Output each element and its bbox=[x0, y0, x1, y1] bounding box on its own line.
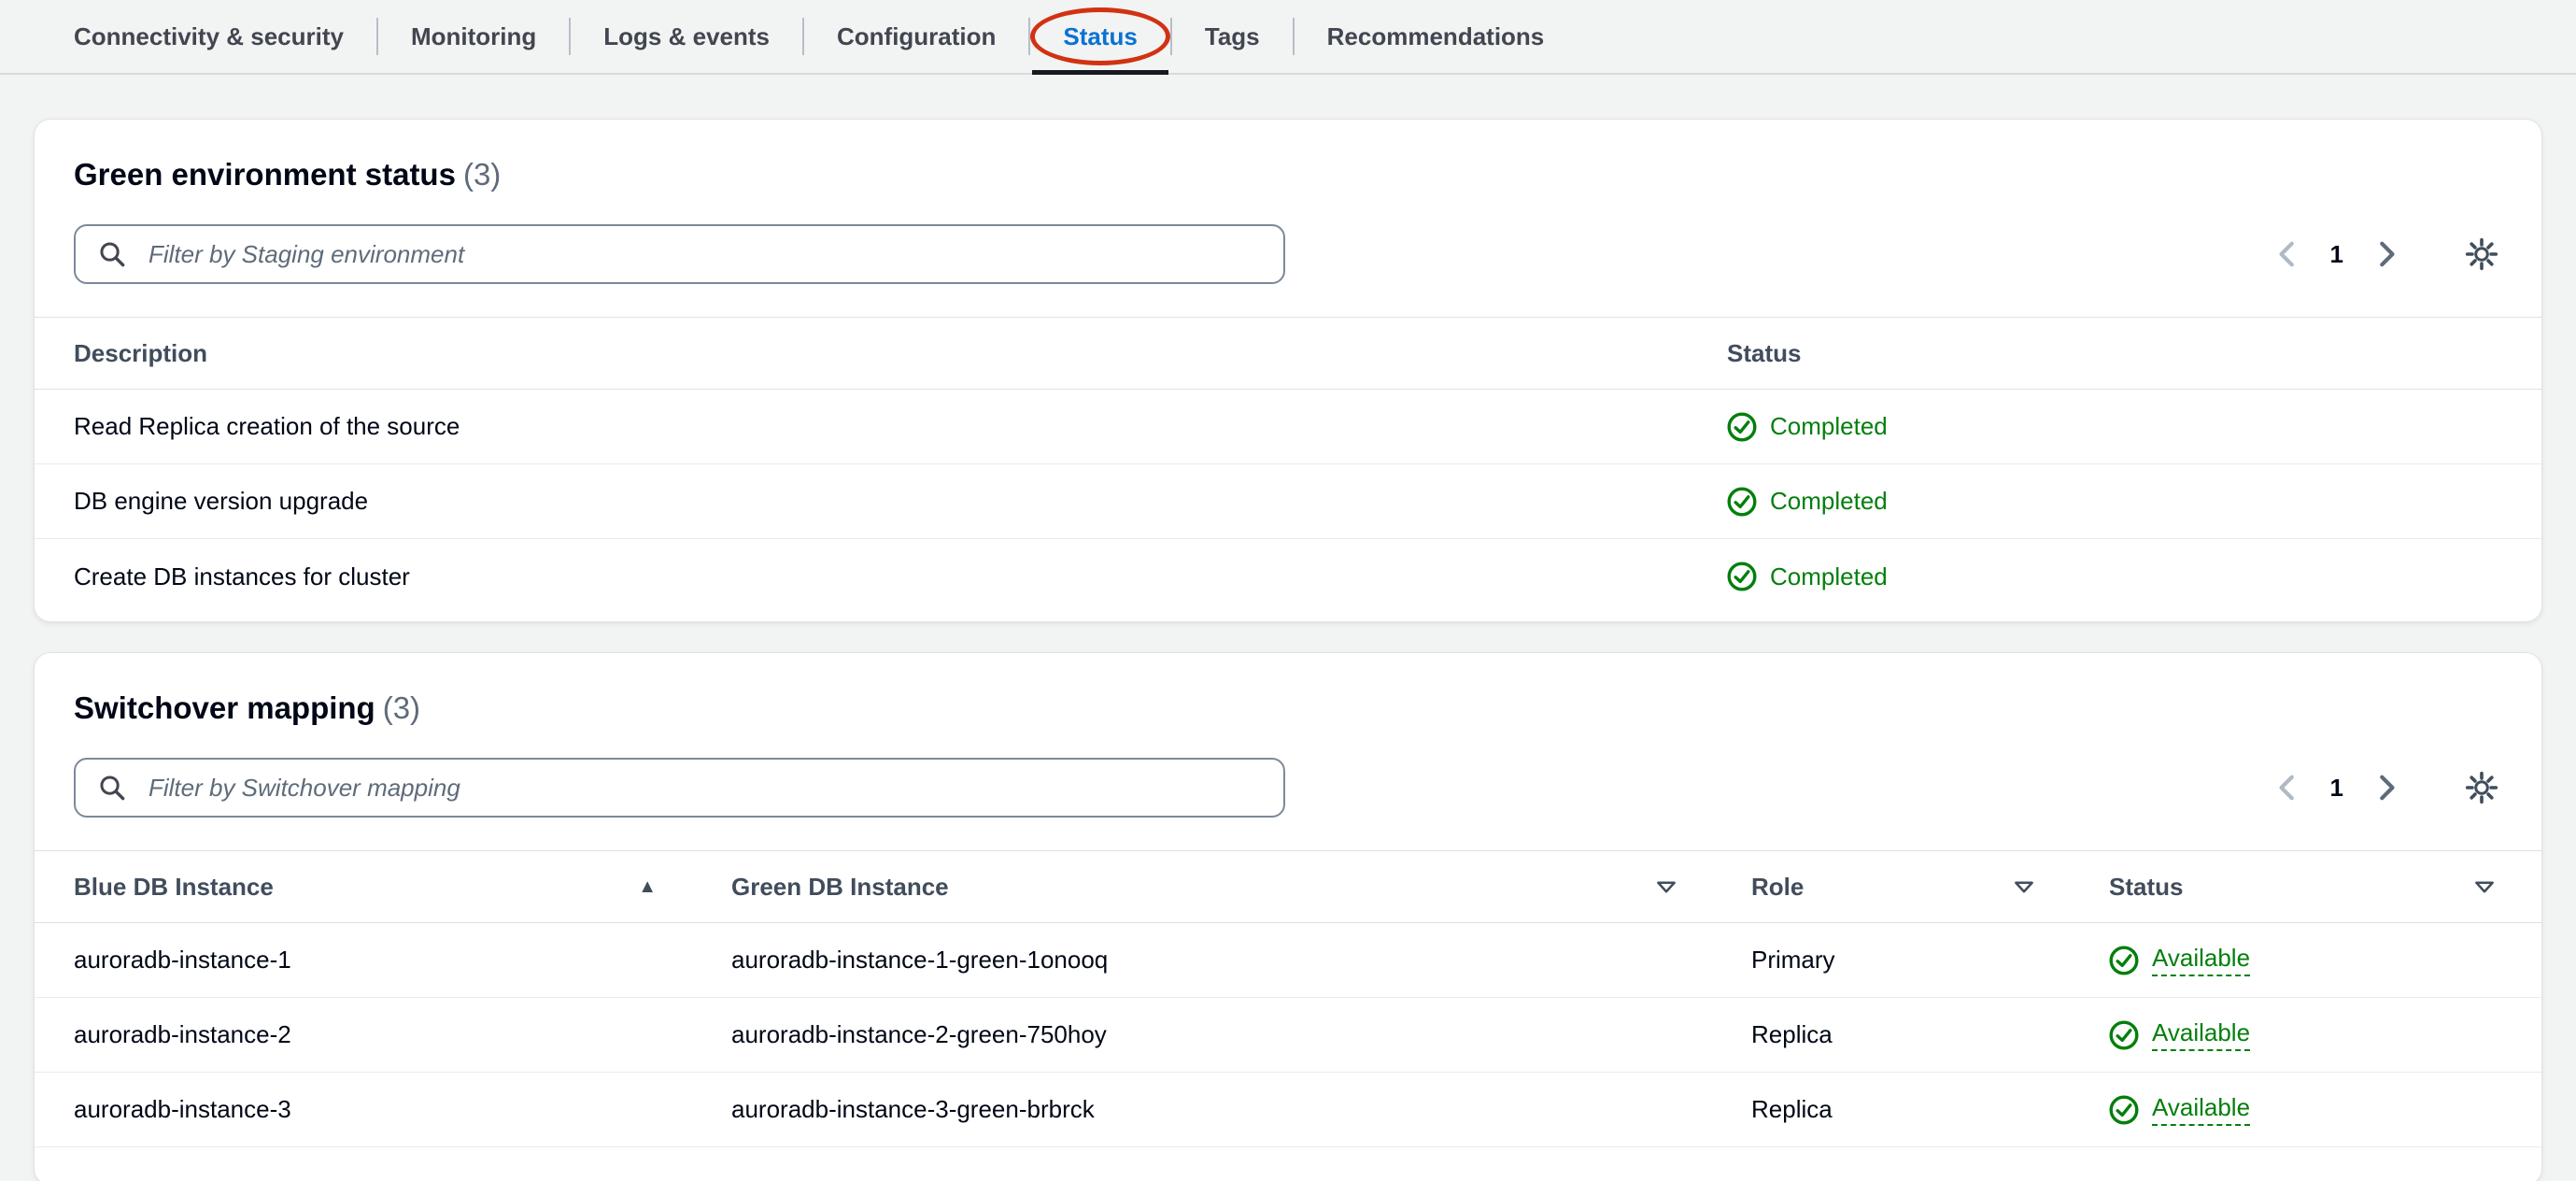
table-row: auroradb-instance-1 auroradb-instance-1-… bbox=[35, 923, 2541, 998]
check-circle-icon bbox=[1727, 562, 1757, 591]
tab-label: Status bbox=[1063, 21, 1138, 50]
next-page-button[interactable] bbox=[2368, 770, 2403, 805]
column-header-green-db-instance[interactable]: Green DB Instance bbox=[731, 873, 1751, 902]
card-title: Green environment status bbox=[74, 157, 456, 192]
tab-label: Tags bbox=[1204, 21, 1260, 50]
card-item-count: (3) bbox=[462, 157, 502, 192]
status-link[interactable]: Available bbox=[2152, 1093, 2251, 1126]
card-toolbar: 1 bbox=[35, 224, 2541, 284]
search-icon bbox=[100, 242, 125, 267]
table-row: auroradb-instance-2 auroradb-instance-2-… bbox=[35, 998, 2541, 1073]
column-header-role[interactable]: Role bbox=[1751, 873, 2109, 902]
check-circle-icon bbox=[2109, 945, 2139, 975]
tab-label: Monitoring bbox=[410, 21, 537, 50]
tab-label: Connectivity & security bbox=[74, 21, 344, 50]
staging-filter-wrapper bbox=[74, 224, 1285, 284]
column-header-blue-db-instance[interactable]: Blue DB Instance ▲ bbox=[74, 873, 731, 902]
role-cell: Replica bbox=[1751, 1020, 1833, 1048]
sort-caret-down-icon[interactable] bbox=[2014, 880, 2034, 894]
column-header-description: Description bbox=[74, 338, 208, 367]
switchover-mapping-card: Switchover mapping(3) 1 bbox=[34, 652, 2542, 1181]
check-circle-icon bbox=[2109, 1094, 2139, 1125]
table-row: DB engine version upgrade Completed bbox=[35, 464, 2541, 539]
column-header-status: Status bbox=[1727, 338, 1802, 367]
table-row: Create DB instances for cluster Complete… bbox=[35, 539, 2541, 614]
next-page-button[interactable] bbox=[2368, 236, 2403, 272]
table-row: Read Replica creation of the source Comp… bbox=[35, 390, 2541, 464]
status-text: Completed bbox=[1770, 412, 1888, 440]
table-header-row: Description Status bbox=[35, 317, 2541, 390]
green-instance-cell: auroradb-instance-1-green-1onooq bbox=[731, 946, 1109, 974]
status-link[interactable]: Available bbox=[2152, 944, 2251, 976]
tab-label: Recommendations bbox=[1326, 21, 1545, 50]
card-toolbar: 1 bbox=[35, 758, 2541, 818]
table-header-row: Blue DB Instance ▲ Green DB Instance Rol… bbox=[35, 850, 2541, 923]
previous-page-button[interactable] bbox=[2271, 770, 2306, 805]
card-item-count: (3) bbox=[382, 690, 421, 725]
tab-monitoring[interactable]: Monitoring bbox=[378, 0, 569, 73]
tab-configuration[interactable]: Configuration bbox=[804, 0, 1028, 73]
role-cell: Replica bbox=[1751, 1095, 1833, 1123]
tab-logs-events[interactable]: Logs & events bbox=[571, 0, 802, 73]
check-circle-icon bbox=[1727, 411, 1757, 442]
card-header: Switchover mapping (3) bbox=[35, 653, 2541, 726]
status-text: Completed bbox=[1770, 562, 1888, 590]
tab-recommendations[interactable]: Recommendations bbox=[1295, 0, 1578, 73]
tab-tags[interactable]: Tags bbox=[1172, 0, 1293, 73]
settings-gear-button[interactable] bbox=[2461, 234, 2502, 275]
status-cell: Completed bbox=[1727, 411, 2502, 442]
sort-ascending-icon[interactable]: ▲ bbox=[638, 876, 657, 898]
switchover-filter-input[interactable] bbox=[74, 758, 1285, 818]
tab-status[interactable]: Status bbox=[1030, 0, 1170, 75]
status-cell: Completed bbox=[1727, 486, 2502, 517]
status-text: Completed bbox=[1770, 487, 1888, 515]
current-page-number[interactable]: 1 bbox=[2330, 240, 2343, 269]
check-circle-icon bbox=[2109, 1019, 2139, 1050]
sort-caret-down-icon[interactable] bbox=[2474, 880, 2495, 894]
description-cell: Read Replica creation of the source bbox=[74, 412, 460, 440]
status-cell: Available bbox=[2109, 1018, 2502, 1051]
card-title: Switchover mapping bbox=[74, 690, 375, 725]
pagination: 1 bbox=[2271, 767, 2502, 808]
tab-label: Configuration bbox=[837, 21, 997, 50]
search-icon bbox=[100, 775, 125, 801]
status-cell: Available bbox=[2109, 1093, 2502, 1126]
switchover-filter-wrapper bbox=[74, 758, 1285, 818]
staging-filter-input[interactable] bbox=[74, 224, 1285, 284]
current-page-number[interactable]: 1 bbox=[2330, 774, 2343, 803]
sort-caret-down-icon[interactable] bbox=[1656, 880, 1677, 894]
column-header-status[interactable]: Status bbox=[2109, 873, 2502, 902]
status-table: Description Status Read Replica creation… bbox=[35, 317, 2541, 614]
card-header: Green environment status (3) bbox=[35, 120, 2541, 192]
blue-instance-cell: auroradb-instance-2 bbox=[74, 1020, 291, 1048]
previous-page-button[interactable] bbox=[2271, 236, 2306, 272]
blue-instance-cell: auroradb-instance-1 bbox=[74, 946, 291, 974]
role-cell: Primary bbox=[1751, 946, 1835, 974]
blue-instance-cell: auroradb-instance-3 bbox=[74, 1095, 291, 1123]
check-circle-icon bbox=[1727, 486, 1757, 517]
tab-label: Logs & events bbox=[603, 21, 770, 50]
status-cell: Available bbox=[2109, 944, 2502, 976]
tab-connectivity-security[interactable]: Connectivity & security bbox=[41, 0, 376, 73]
status-link[interactable]: Available bbox=[2152, 1018, 2251, 1051]
green-instance-cell: auroradb-instance-3-green-brbrck bbox=[731, 1095, 1095, 1123]
status-cell: Completed bbox=[1727, 562, 2502, 591]
description-cell: DB engine version upgrade bbox=[74, 487, 369, 515]
settings-gear-button[interactable] bbox=[2461, 767, 2502, 808]
green-instance-cell: auroradb-instance-2-green-750hoy bbox=[731, 1020, 1107, 1048]
pagination: 1 bbox=[2271, 234, 2502, 275]
green-environment-status-card: Green environment status(3) 1 bbox=[34, 119, 2542, 622]
table-row: auroradb-instance-3 auroradb-instance-3-… bbox=[35, 1073, 2541, 1147]
description-cell: Create DB instances for cluster bbox=[74, 562, 410, 590]
detail-tabs: Connectivity & security Monitoring Logs … bbox=[0, 0, 2576, 75]
switchover-table: Blue DB Instance ▲ Green DB Instance Rol… bbox=[35, 850, 2541, 1147]
